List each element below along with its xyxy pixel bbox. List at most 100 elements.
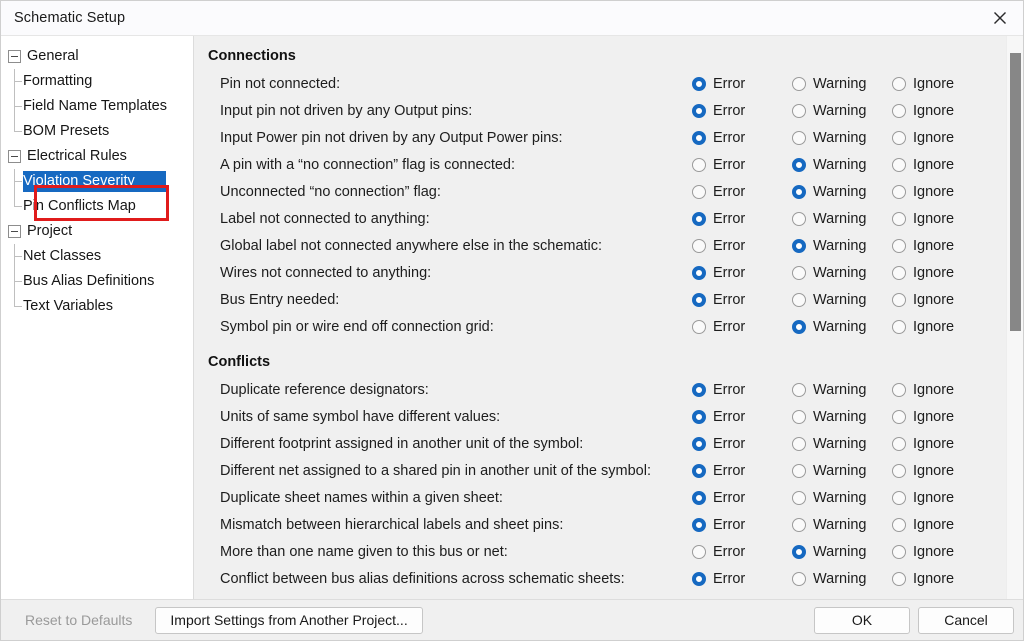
radio-button-icon[interactable] xyxy=(892,382,906,397)
radio-warning[interactable]: Warning xyxy=(792,382,892,397)
sidebar-item-text-variables[interactable]: Text Variables xyxy=(1,294,193,319)
radio-button-icon[interactable] xyxy=(792,319,806,334)
radio-error[interactable]: Error xyxy=(692,517,792,532)
radio-error[interactable]: Error xyxy=(692,544,792,559)
radio-button-icon[interactable] xyxy=(792,544,806,559)
radio-warning[interactable]: Warning xyxy=(792,463,892,478)
radio-button-icon[interactable] xyxy=(692,211,706,226)
radio-button-icon[interactable] xyxy=(892,409,906,424)
radio-error[interactable]: Error xyxy=(692,157,792,172)
radio-button-icon[interactable] xyxy=(792,463,806,478)
radio-button-icon[interactable] xyxy=(792,292,806,307)
radio-button-icon[interactable] xyxy=(692,517,706,532)
ok-button[interactable]: OK xyxy=(814,606,910,634)
close-icon[interactable] xyxy=(977,2,1023,35)
radio-warning[interactable]: Warning xyxy=(792,130,892,145)
collapse-expander-icon[interactable] xyxy=(8,150,21,163)
sidebar-item-project[interactable]: Project xyxy=(1,219,193,244)
radio-ignore[interactable]: Ignore xyxy=(892,184,992,199)
radio-ignore[interactable]: Ignore xyxy=(892,130,992,145)
radio-button-icon[interactable] xyxy=(692,265,706,280)
radio-warning[interactable]: Warning xyxy=(792,76,892,91)
radio-error[interactable]: Error xyxy=(692,238,792,253)
radio-button-icon[interactable] xyxy=(892,157,906,172)
radio-button-icon[interactable] xyxy=(792,157,806,172)
sidebar-item-net-classes[interactable]: Net Classes xyxy=(1,244,193,269)
sidebar-item-bom-presets[interactable]: BOM Presets xyxy=(1,119,193,144)
radio-ignore[interactable]: Ignore xyxy=(892,211,992,226)
radio-error[interactable]: Error xyxy=(692,211,792,226)
import-settings-button[interactable]: Import Settings from Another Project... xyxy=(155,606,423,634)
radio-button-icon[interactable] xyxy=(792,571,806,586)
radio-error[interactable]: Error xyxy=(692,490,792,505)
radio-button-icon[interactable] xyxy=(892,265,906,280)
radio-warning[interactable]: Warning xyxy=(792,103,892,118)
radio-ignore[interactable]: Ignore xyxy=(892,265,992,280)
radio-button-icon[interactable] xyxy=(892,184,906,199)
radio-button-icon[interactable] xyxy=(692,184,706,199)
radio-ignore[interactable]: Ignore xyxy=(892,409,992,424)
radio-error[interactable]: Error xyxy=(692,463,792,478)
radio-error[interactable]: Error xyxy=(692,265,792,280)
radio-warning[interactable]: Warning xyxy=(792,409,892,424)
radio-warning[interactable]: Warning xyxy=(792,571,892,586)
sidebar-item-general[interactable]: General xyxy=(1,44,193,69)
radio-warning[interactable]: Warning xyxy=(792,157,892,172)
radio-error[interactable]: Error xyxy=(692,382,792,397)
radio-button-icon[interactable] xyxy=(892,490,906,505)
radio-button-icon[interactable] xyxy=(892,238,906,253)
radio-ignore[interactable]: Ignore xyxy=(892,463,992,478)
sidebar-item-bus-alias-definitions[interactable]: Bus Alias Definitions xyxy=(1,269,193,294)
radio-ignore[interactable]: Ignore xyxy=(892,292,992,307)
radio-error[interactable]: Error xyxy=(692,76,792,91)
cancel-button[interactable]: Cancel xyxy=(918,606,1014,634)
radio-button-icon[interactable] xyxy=(892,103,906,118)
radio-button-icon[interactable] xyxy=(692,544,706,559)
radio-button-icon[interactable] xyxy=(892,76,906,91)
radio-button-icon[interactable] xyxy=(692,409,706,424)
radio-button-icon[interactable] xyxy=(792,436,806,451)
radio-button-icon[interactable] xyxy=(692,130,706,145)
radio-button-icon[interactable] xyxy=(892,292,906,307)
radio-button-icon[interactable] xyxy=(692,436,706,451)
vertical-scrollbar[interactable] xyxy=(1006,36,1023,599)
radio-button-icon[interactable] xyxy=(692,571,706,586)
radio-button-icon[interactable] xyxy=(792,184,806,199)
radio-button-icon[interactable] xyxy=(892,517,906,532)
radio-button-icon[interactable] xyxy=(792,409,806,424)
radio-button-icon[interactable] xyxy=(692,103,706,118)
radio-ignore[interactable]: Ignore xyxy=(892,571,992,586)
radio-button-icon[interactable] xyxy=(792,517,806,532)
radio-ignore[interactable]: Ignore xyxy=(892,517,992,532)
radio-button-icon[interactable] xyxy=(792,382,806,397)
radio-warning[interactable]: Warning xyxy=(792,211,892,226)
radio-button-icon[interactable] xyxy=(692,292,706,307)
radio-button-icon[interactable] xyxy=(792,130,806,145)
radio-button-icon[interactable] xyxy=(892,571,906,586)
radio-button-icon[interactable] xyxy=(692,157,706,172)
settings-tree[interactable]: General Formatting Field Name Templates BOM… xyxy=(1,36,194,599)
radio-warning[interactable]: Warning xyxy=(792,544,892,559)
radio-button-icon[interactable] xyxy=(692,319,706,334)
radio-ignore[interactable]: Ignore xyxy=(892,382,992,397)
radio-button-icon[interactable] xyxy=(892,436,906,451)
collapse-expander-icon[interactable] xyxy=(8,50,21,63)
radio-button-icon[interactable] xyxy=(792,238,806,253)
radio-warning[interactable]: Warning xyxy=(792,517,892,532)
radio-warning[interactable]: Warning xyxy=(792,319,892,334)
radio-ignore[interactable]: Ignore xyxy=(892,490,992,505)
radio-error[interactable]: Error xyxy=(692,571,792,586)
radio-button-icon[interactable] xyxy=(692,238,706,253)
radio-button-icon[interactable] xyxy=(792,211,806,226)
radio-warning[interactable]: Warning xyxy=(792,238,892,253)
radio-button-icon[interactable] xyxy=(892,211,906,226)
radio-ignore[interactable]: Ignore xyxy=(892,319,992,334)
radio-error[interactable]: Error xyxy=(692,184,792,199)
radio-error[interactable]: Error xyxy=(692,130,792,145)
radio-button-icon[interactable] xyxy=(892,463,906,478)
radio-error[interactable]: Error xyxy=(692,409,792,424)
radio-warning[interactable]: Warning xyxy=(792,490,892,505)
sidebar-item-field-name-templates[interactable]: Field Name Templates xyxy=(1,94,193,119)
radio-button-icon[interactable] xyxy=(792,103,806,118)
radio-error[interactable]: Error xyxy=(692,319,792,334)
